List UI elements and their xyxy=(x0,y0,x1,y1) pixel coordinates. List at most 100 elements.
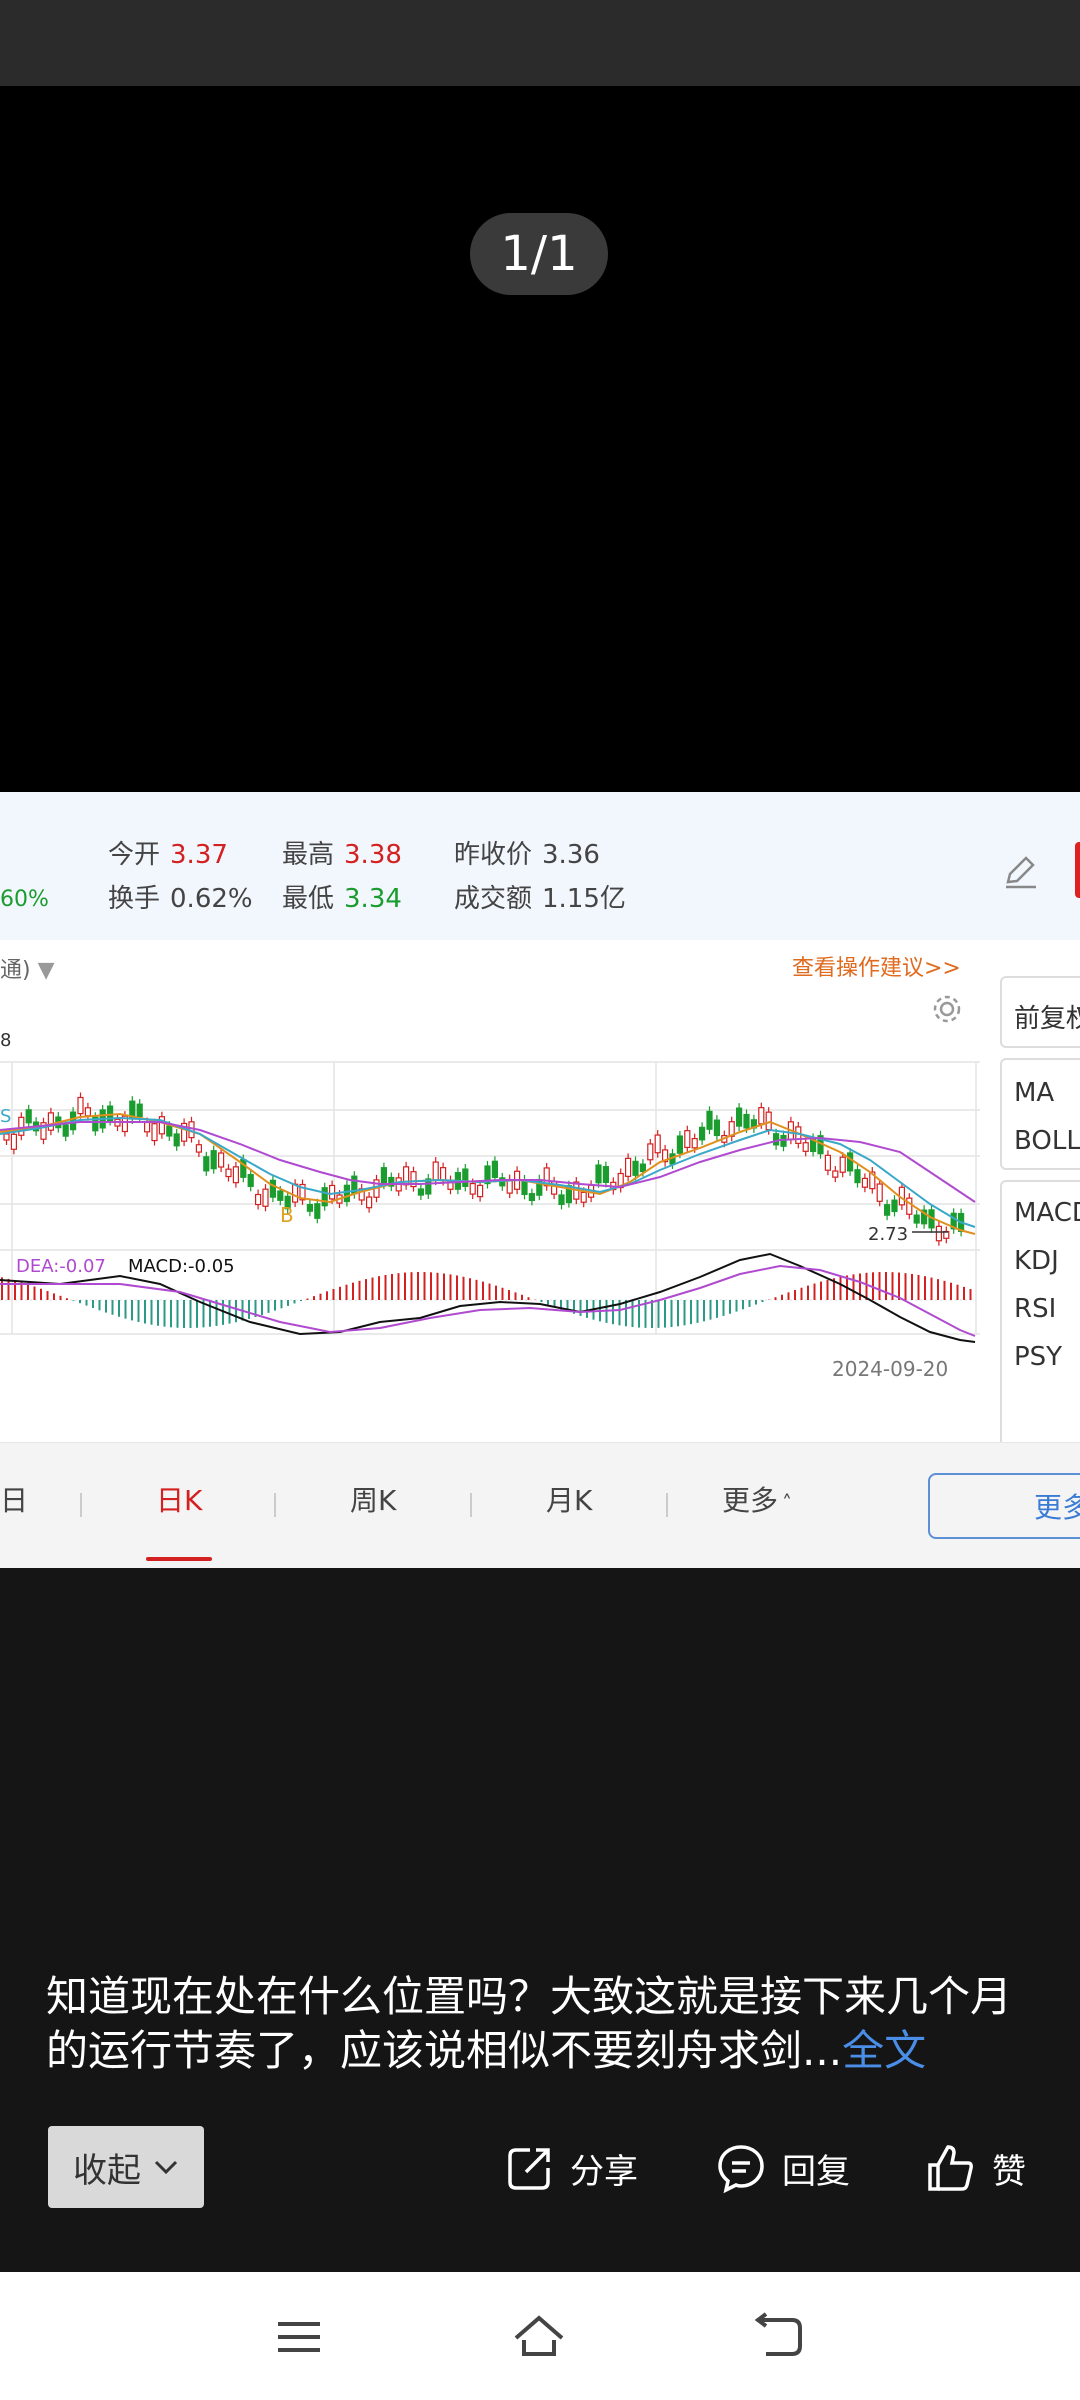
candle-body xyxy=(144,1121,151,1133)
menu-icon[interactable] xyxy=(272,2310,326,2364)
candle-body xyxy=(477,1184,484,1198)
candle-body xyxy=(883,1204,891,1216)
date-label: 2024-09-20 xyxy=(832,1357,948,1381)
caret-down-icon: ▼ xyxy=(37,958,55,983)
more-button[interactable]: 更多 xyxy=(928,1473,1080,1539)
red-side-tab[interactable] xyxy=(1075,842,1080,898)
high-field: 最高 3.38 xyxy=(282,834,402,871)
indicator-kdj[interactable]: KDJ xyxy=(1014,1246,1059,1276)
candle-body xyxy=(691,1138,698,1149)
home-icon[interactable] xyxy=(512,2310,566,2364)
tab-divider xyxy=(80,1493,82,1517)
candle-body xyxy=(47,1112,55,1131)
high-label: 最高 xyxy=(282,840,335,870)
macd-label: MACD:-0.05 xyxy=(128,1256,235,1277)
candle-body xyxy=(321,1187,328,1207)
system-nav-bar xyxy=(0,2272,1080,2400)
high-value: 3.38 xyxy=(344,840,402,870)
amount-label: 成交额 xyxy=(454,884,533,914)
candle-body xyxy=(306,1203,313,1212)
candle-body xyxy=(765,1111,772,1131)
overlay-ma[interactable]: MA xyxy=(1014,1078,1054,1108)
prev-close-label: 昨收价 xyxy=(454,840,533,870)
back-icon[interactable] xyxy=(752,2310,806,2364)
indicator-macd[interactable]: MACD xyxy=(1014,1198,1080,1228)
indicator-psy[interactable]: PSY xyxy=(1014,1342,1062,1372)
overlay-boll[interactable]: BOLL xyxy=(1014,1126,1080,1156)
stock-chart-image[interactable]: 60% 今开 3.37 最高 3.38 昨收价 3.36 换手 0.62% 最低 3.34… xyxy=(0,792,1080,1568)
amount-field: 成交额 1.15亿 xyxy=(454,878,626,915)
chevron-up-icon: ˄ xyxy=(782,1491,793,1515)
turnover-value: 0.62% xyxy=(170,884,253,914)
candle-body xyxy=(366,1196,373,1209)
candle-body xyxy=(218,1152,225,1168)
tab-minute[interactable]: 日 xyxy=(0,1479,28,1519)
candle-body xyxy=(528,1193,536,1202)
candle-body xyxy=(432,1161,439,1181)
turnover-label: 换手 xyxy=(108,884,161,914)
tab-month-k[interactable]: 月K xyxy=(546,1479,592,1519)
candle-body xyxy=(329,1184,336,1200)
prev-close-field: 昨收价 3.36 xyxy=(454,834,600,871)
indicator-rsi[interactable]: RSI xyxy=(1014,1294,1056,1324)
collapse-button[interactable]: 收起 xyxy=(48,2126,204,2208)
kline-chart[interactable]: 8 S B 2.73 DEA:-0.07 MACD:-0.05 2024-09-… xyxy=(0,1022,980,1442)
candle-body xyxy=(913,1214,920,1224)
image-viewer[interactable] xyxy=(0,86,1080,792)
adjust-box[interactable]: 前复权 xyxy=(1000,976,1080,1048)
candle-body xyxy=(440,1167,447,1182)
overlay-box: MA BOLL xyxy=(1000,1058,1080,1170)
candle-body xyxy=(3,1133,10,1141)
gear-icon[interactable] xyxy=(930,992,964,1026)
tab-week-k[interactable]: 周K xyxy=(350,1479,396,1519)
sell-marker: S xyxy=(0,1106,11,1127)
candle-body xyxy=(558,1194,565,1205)
candle-body xyxy=(846,1152,854,1172)
tab-more[interactable]: 更多 ˄ xyxy=(722,1479,792,1519)
like-button[interactable]: 赞 xyxy=(924,2140,1026,2196)
image-counter: 1/1 xyxy=(470,213,608,295)
candle-body xyxy=(743,1113,750,1129)
change-percent: 60% xyxy=(0,887,49,912)
candle-body xyxy=(876,1183,883,1202)
candle-body xyxy=(632,1160,639,1176)
candle-body xyxy=(491,1160,498,1178)
candle-body xyxy=(832,1170,839,1178)
advice-link[interactable]: 查看操作建议>> xyxy=(792,950,961,982)
candle-body xyxy=(647,1143,654,1161)
candle-body xyxy=(277,1190,284,1201)
candle-body xyxy=(314,1203,321,1219)
top-price-label: 8 xyxy=(0,1030,11,1051)
candle-body xyxy=(772,1133,780,1146)
post-caption: 知道现在处在什么位置吗？大致这就是接下来几个月的运行节奏了，应该说相似不要刻舟求… xyxy=(46,1970,1046,2078)
candle-body xyxy=(232,1166,239,1184)
candle-body xyxy=(262,1188,269,1207)
low-field: 最低 3.34 xyxy=(282,878,402,915)
full-text-link[interactable]: 全文 xyxy=(842,2026,926,2075)
candle-body xyxy=(292,1183,299,1203)
reply-button[interactable]: 回复 xyxy=(714,2140,850,2196)
candle-body xyxy=(25,1109,32,1124)
share-button[interactable]: 分享 xyxy=(504,2140,638,2196)
candle-body xyxy=(77,1096,84,1115)
candle-body xyxy=(602,1166,610,1183)
open-label: 今开 xyxy=(108,840,161,870)
candle-body xyxy=(84,1107,92,1117)
candle-body xyxy=(595,1164,602,1184)
candle-body xyxy=(247,1173,254,1187)
amount-value: 1.15亿 xyxy=(542,884,626,914)
tab-divider xyxy=(274,1493,276,1517)
candle-body xyxy=(469,1182,476,1195)
candle-body xyxy=(151,1123,158,1142)
open-value: 3.37 xyxy=(170,840,228,870)
candle-body xyxy=(713,1119,721,1137)
low-price-label: 2.73 xyxy=(868,1224,908,1245)
pencil-icon[interactable] xyxy=(1000,852,1040,892)
reply-label: 回复 xyxy=(782,2151,850,2192)
chart-type-selector[interactable]: 通) ▼ xyxy=(0,952,55,984)
candle-body xyxy=(624,1157,632,1177)
low-value: 3.34 xyxy=(344,884,402,914)
post-caption-area: 知道现在处在什么位置吗？大致这就是接下来几个月的运行节奏了，应该说相似不要刻舟求… xyxy=(0,1568,1080,2272)
share-icon xyxy=(508,2148,550,2190)
tab-day-k[interactable]: 日K xyxy=(156,1479,202,1519)
